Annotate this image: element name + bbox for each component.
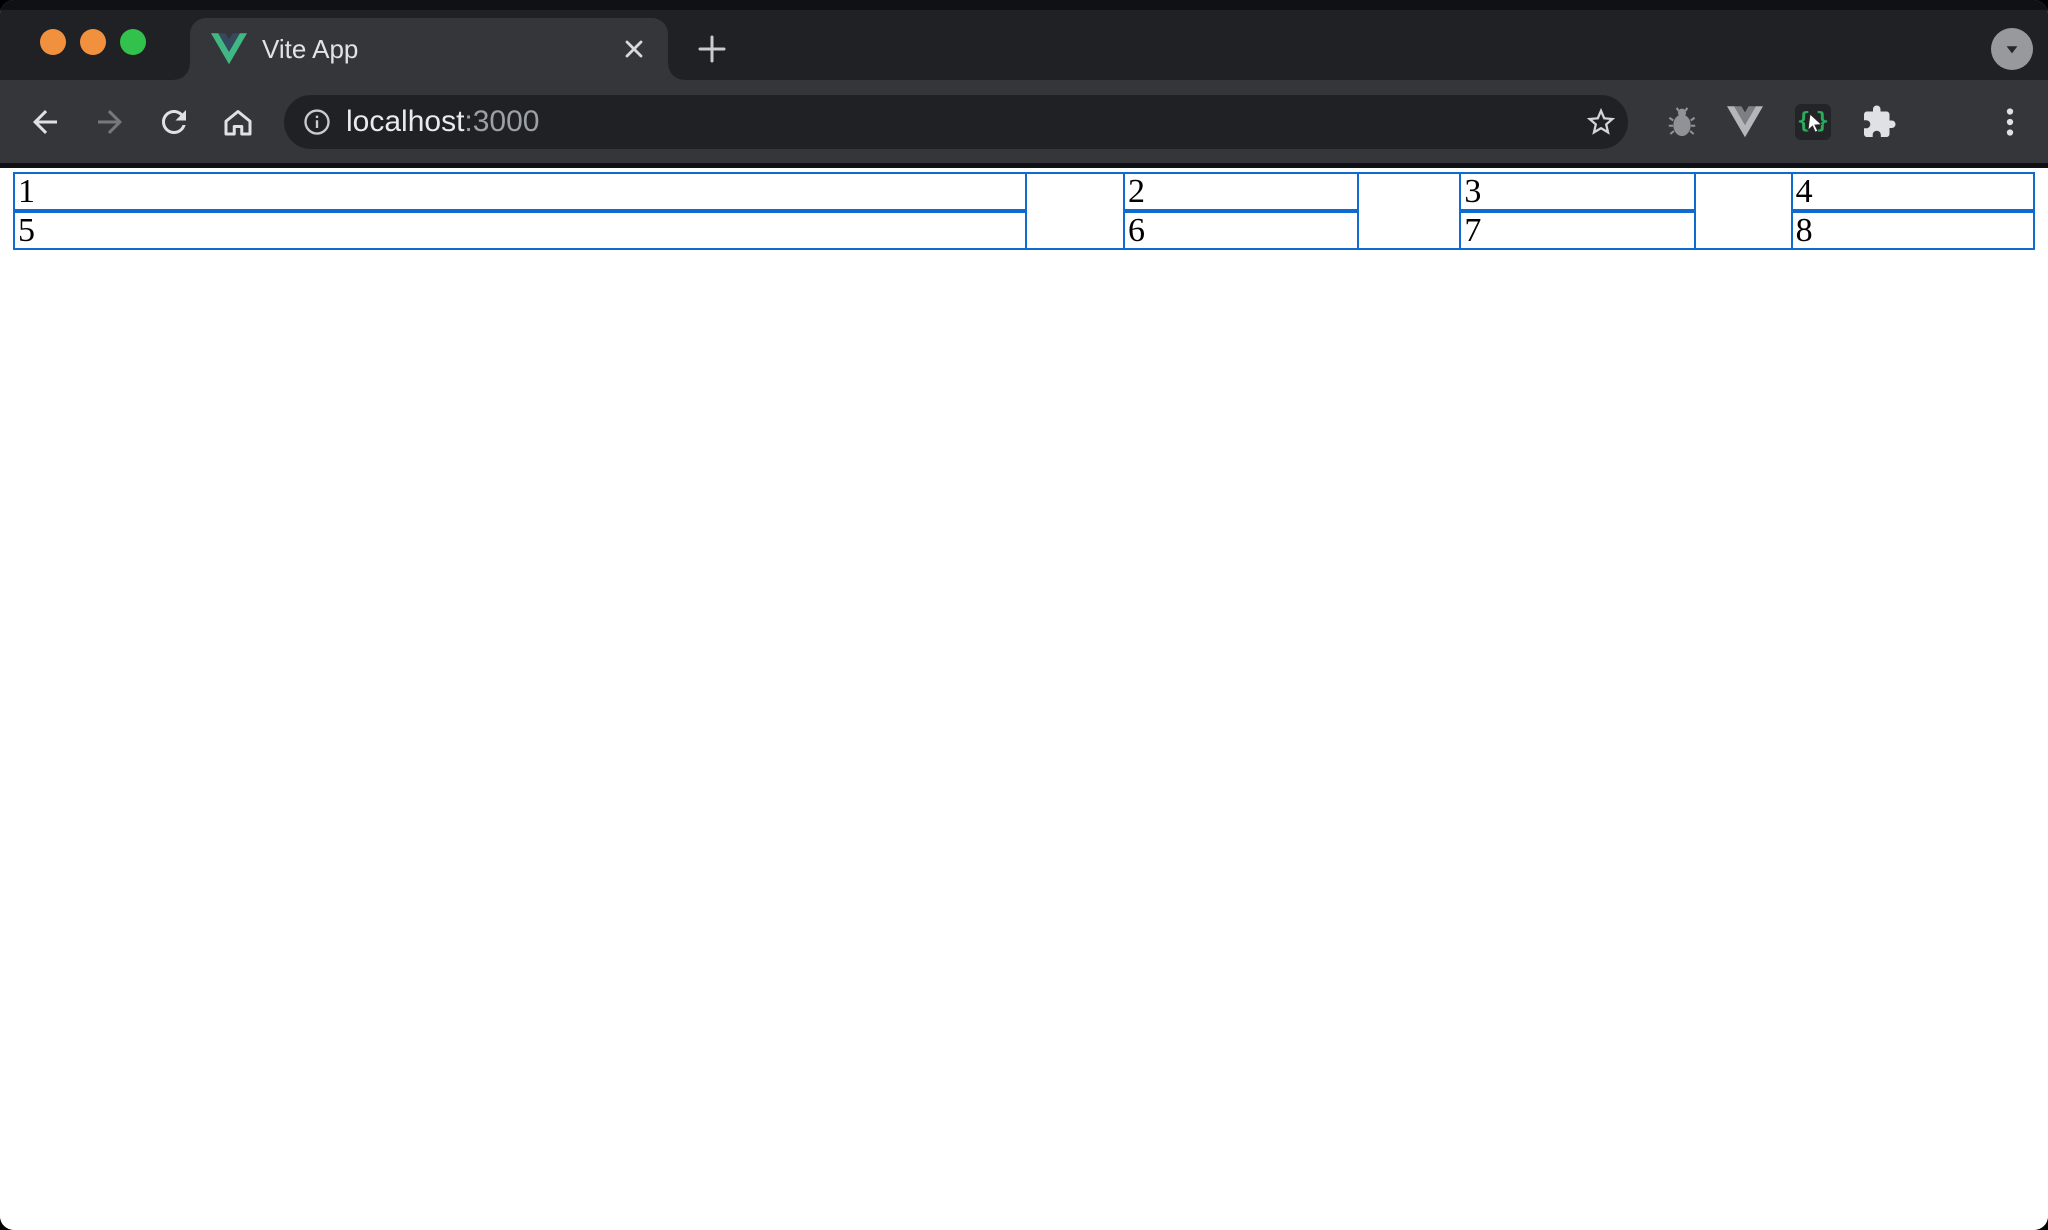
table-gap-cell [1358,173,1460,249]
tab-close-x-icon[interactable] [620,35,648,63]
table-cell: 8 [1792,211,2034,249]
site-info-icon[interactable] [302,107,332,137]
new-tab-plus-icon[interactable] [694,31,730,67]
back-button[interactable] [27,104,63,140]
browser-chrome: Vite App [0,0,2048,168]
table-cell: 4 [1792,173,2034,211]
tab-search-chevron-icon[interactable] [1991,28,2033,70]
page-content: 1 2 3 4 5 6 7 8 [0,168,2048,1230]
traffic-light-close[interactable] [40,29,66,55]
url-host: localhost [346,105,464,138]
json-icon-box: { } [1795,104,1831,140]
traffic-light-zoom[interactable] [120,29,146,55]
url-port: :3000 [464,105,539,138]
active-tab[interactable]: Vite App [190,18,668,80]
table-cell: 6 [1124,211,1358,249]
puzzle-extensions-icon[interactable] [1861,104,1897,140]
table-cell: 3 [1460,173,1694,211]
cursor-arrow-icon [1804,111,1828,135]
bookmark-star-icon[interactable] [1584,105,1618,139]
table-gap-cell [1026,173,1124,249]
table-cell: 2 [1124,173,1358,211]
vue-devtools-icon[interactable] [1727,104,1763,140]
tab-title: Vite App [262,18,358,80]
json-braces-cursor-icon[interactable]: { } [1795,104,1831,140]
menu-kebab-icon[interactable] [1992,104,2028,140]
table-cell: 5 [14,211,1026,249]
table-cell: 7 [1460,211,1694,249]
toolbar: localhost:3000 { [0,80,2048,163]
table-cell: 1 [14,173,1026,211]
home-button[interactable] [220,104,256,140]
bug-extension-icon[interactable] [1664,104,1700,140]
reload-button[interactable] [156,104,192,140]
blue-bordered-table: 1 2 3 4 5 6 7 8 [13,172,2035,250]
traffic-light-minimize[interactable] [80,29,106,55]
url-text: localhost:3000 [346,105,539,139]
table-gap-cell [1695,173,1792,249]
forward-button[interactable] [92,104,128,140]
browser-window: Vite App [0,0,2048,1230]
vue-logo-icon [211,33,247,65]
window-top-edge [0,0,2048,10]
address-bar[interactable]: localhost:3000 [284,95,1628,149]
